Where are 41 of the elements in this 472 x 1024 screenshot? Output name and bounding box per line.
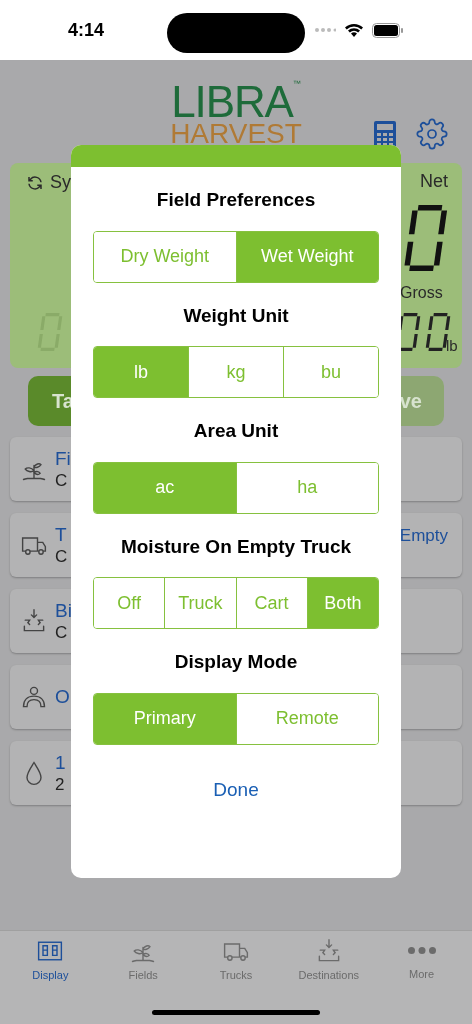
tab-bar-item[interactable]: Destinations [282,937,376,985]
status-time: 4:14 [68,18,105,42]
section-title: Area Unit [193,419,279,443]
tab-bar-item[interactable]: More [375,937,468,985]
card-subtitle: C [55,546,68,568]
battery-icon [372,22,404,38]
wifi-icon [344,22,364,38]
section-title: Weight Unit [183,303,289,328]
segment-option[interactable]: Primary [94,693,236,744]
card-title: T [55,522,68,547]
more-icon [407,947,436,954]
card-title: Fi [55,446,71,471]
done-button[interactable]: Done [205,775,267,804]
segment-option[interactable]: Remote [235,693,378,744]
net-label: Net [420,170,448,193]
segment-option[interactable]: Both [306,578,378,628]
section-title: Field Preferences [156,188,316,212]
signal-icon [314,27,336,33]
sync-icon[interactable] [26,173,44,192]
card-subtitle: 2 [55,774,66,796]
sync-label: Sy [50,171,71,194]
card-title: O [55,685,70,709]
card-title: 1 [55,750,66,775]
card-subtitle: C [55,622,69,644]
settings-icon[interactable] [416,118,448,150]
segment-option[interactable]: Wet Weight [235,231,378,282]
segment-option[interactable]: lb [94,347,188,397]
gross-label: Gross [400,283,443,303]
segment-option[interactable]: ha [235,462,378,513]
tab-bar-item[interactable]: Display [4,937,97,985]
section-title: Moisture On Empty Truck [120,534,352,559]
card-status: Empty [399,525,448,547]
card-title: Bi [55,598,72,623]
card-subtitle: C [55,470,69,492]
unit-label: lb [446,336,458,356]
trademark-mark: ™ [292,80,301,88]
tab-bar-item[interactable]: Fields [96,937,190,985]
segment-option[interactable]: bu [283,347,378,397]
section-title: Display Mode [174,650,298,674]
tab-bar-item[interactable]: Trucks [189,937,283,985]
segment-option[interactable]: ac [94,462,236,513]
